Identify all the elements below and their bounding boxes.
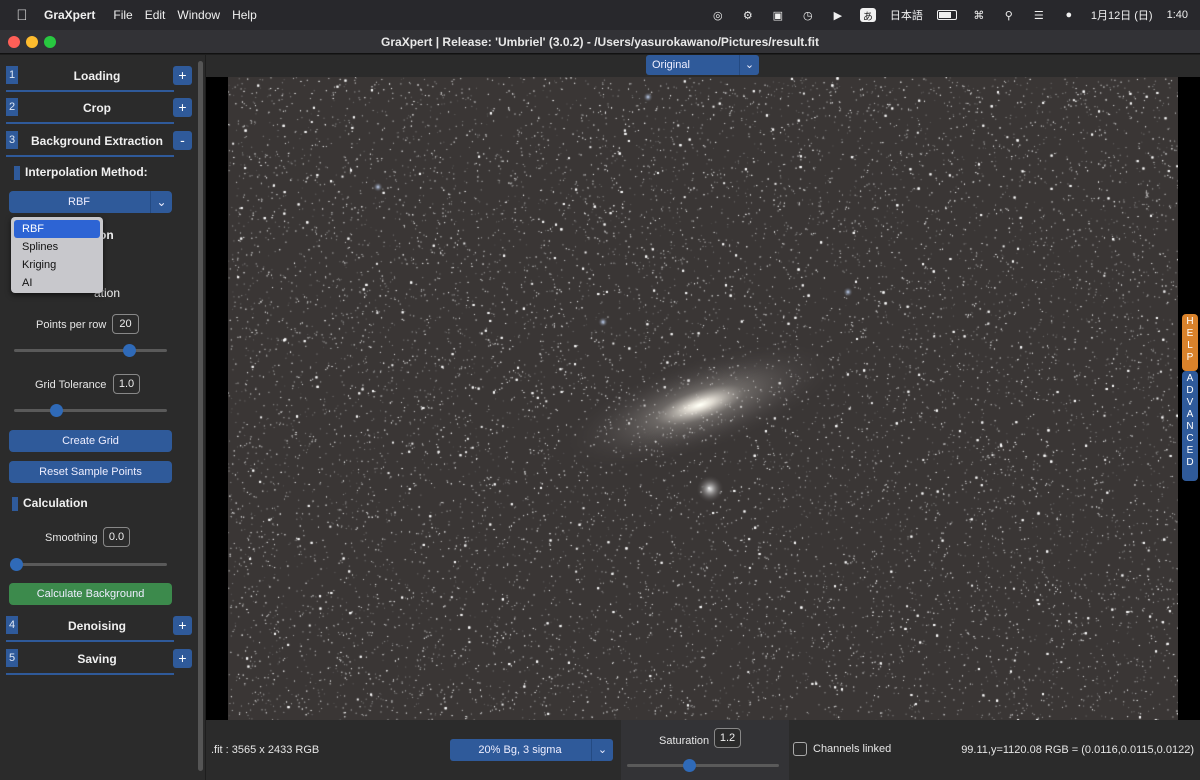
section-number: 2 [6,98,18,116]
section-number: 1 [6,66,18,84]
menu-file[interactable]: File [113,8,144,22]
section-crop[interactable]: 2 Crop + [6,88,194,124]
slider-knob[interactable] [123,344,137,357]
section-number: 4 [6,616,18,634]
channels-linked-label: Channels linked [813,743,892,755]
input-method-icon[interactable]: あ [859,8,876,23]
smoothing-slider[interactable] [10,558,167,571]
view-mode-select[interactable]: Original ⌄ [646,55,759,75]
section-number: 3 [6,131,18,149]
section-label[interactable]: Denoising [22,619,172,633]
cursor-readout: 99.11,y=1120.08 RGB = (0.0116,0.0115,0.0… [961,744,1194,756]
section-divider [6,673,174,675]
apple-icon[interactable]:  [0,7,44,24]
menu-edit[interactable]: Edit [145,8,178,22]
expand-button[interactable]: + [173,66,192,85]
interpolation-method-select[interactable]: RBF ⌄ [9,191,172,213]
play-icon[interactable]: ▶ [830,9,846,22]
create-grid-button[interactable]: Create Grid [9,430,172,452]
dropdown-option-rbf[interactable]: RBF [14,220,100,238]
zoom-window-button[interactable] [44,36,56,48]
image-info: .fit : 3565 x 2433 RGB [211,744,320,756]
advanced-tab[interactable]: ADVANCED [1182,371,1198,481]
control-center-icon[interactable]: ☰ [1031,9,1047,22]
grid-tolerance-label: Grid Tolerance [35,379,107,391]
creative-cloud-icon[interactable]: ◎ [710,9,726,22]
time-machine-icon[interactable]: ◷ [800,9,816,22]
section-divider [6,155,174,157]
close-window-button[interactable] [8,36,20,48]
smoothing-input[interactable]: 0.0 [103,527,130,547]
siri-icon[interactable]: ● [1061,9,1077,21]
sidebar-scrollbar[interactable] [198,61,203,771]
search-icon[interactable]: ⚲ [1001,9,1017,22]
slider-knob[interactable] [50,404,64,417]
window-title: GraXpert | Release: 'Umbriel' (3.0.2) - … [381,34,819,49]
expand-button[interactable]: + [173,649,192,668]
section-background-extraction[interactable]: 3 Background Extraction - [6,121,194,157]
chevron-down-icon[interactable]: ⌄ [150,191,172,213]
saturation-label: Saturation [659,735,710,747]
points-per-row-label: Points per row [36,319,107,331]
collapse-button[interactable]: - [173,131,192,150]
image-viewer: Original ⌄ HELP ADVANCED [206,55,1200,720]
stretch-value: 20% Bg, 3 sigma [478,744,562,756]
section-label[interactable]: Background Extraction [22,134,172,148]
macos-menu-bar:  GraXpert File Edit Window Help ◎ ⚙ ▣ ◷… [0,0,1200,30]
interpolation-method-heading: Interpolation Method: [14,165,148,180]
slider-knob[interactable] [682,759,696,772]
dropdown-option-splines[interactable]: Splines [14,238,100,256]
astro-image[interactable] [228,77,1178,720]
points-per-row-input[interactable]: 20 [112,314,139,334]
expand-button[interactable]: + [173,98,192,117]
help-tab[interactable]: HELP [1182,314,1198,371]
channels-linked-toggle[interactable]: Channels linked [793,742,891,756]
saturation-slider[interactable] [627,759,779,772]
chevron-down-icon[interactable]: ⌄ [739,55,759,75]
app-menu[interactable]: GraXpert [44,8,107,22]
tools-icon[interactable]: ⚙ [740,9,756,22]
interpolation-method-dropdown: RBF Splines Kriging AI [11,217,103,293]
points-per-row-slider[interactable] [14,344,167,357]
sidebar: 1 Loading + 2 Crop + 3 Background Extrac… [0,55,205,780]
calculation-heading: Calculation [12,496,88,511]
wifi-icon[interactable]: ⌘ [971,9,987,22]
menu-window[interactable]: Window [177,8,232,22]
section-number: 5 [6,649,18,667]
section-loading[interactable]: 1 Loading + [6,56,194,92]
window-icon[interactable]: ▣ [770,9,786,22]
section-label[interactable]: Saving [22,652,172,666]
heading-marker [14,165,20,180]
channels-linked-checkbox[interactable] [793,742,807,756]
dropdown-option-ai[interactable]: AI [14,274,100,292]
section-denoising[interactable]: 4 Denoising + [6,606,194,642]
image-canvas[interactable] [206,77,1200,720]
interpolation-method-value: RBF [68,196,90,208]
section-saving[interactable]: 5 Saving + [6,639,194,675]
minimize-window-button[interactable] [26,36,38,48]
section-label[interactable]: Crop [22,101,172,115]
expand-button[interactable]: + [173,616,192,635]
calculate-background-button[interactable]: Calculate Background [9,583,172,605]
reset-sample-points-button[interactable]: Reset Sample Points [9,461,172,483]
status-bar: .fit : 3565 x 2433 RGB 20% Bg, 3 sigma ⌄… [206,720,1200,780]
section-label[interactable]: Loading [22,69,172,83]
stretch-select[interactable]: 20% Bg, 3 sigma ⌄ [450,739,613,761]
menu-date[interactable]: 1月12日 (日) [1091,7,1153,23]
input-source-label[interactable]: 日本語 [890,7,923,23]
menu-time[interactable]: 1:40 [1167,9,1188,21]
grid-tolerance-input[interactable]: 1.0 [113,374,140,394]
saturation-input[interactable]: 1.2 [714,728,741,748]
smoothing-label: Smoothing [45,532,98,544]
heading-marker [12,496,18,511]
slider-knob[interactable] [10,558,23,571]
saturation-panel: Saturation 1.2 [621,720,789,780]
view-mode-value: Original [652,59,690,71]
battery-icon[interactable] [936,10,957,20]
grid-tolerance-slider[interactable] [14,404,167,417]
dropdown-option-kriging[interactable]: Kriging [14,256,100,274]
window-title-bar: GraXpert | Release: 'Umbriel' (3.0.2) - … [0,30,1200,54]
chevron-down-icon[interactable]: ⌄ [591,739,613,761]
menu-help[interactable]: Help [232,8,269,22]
